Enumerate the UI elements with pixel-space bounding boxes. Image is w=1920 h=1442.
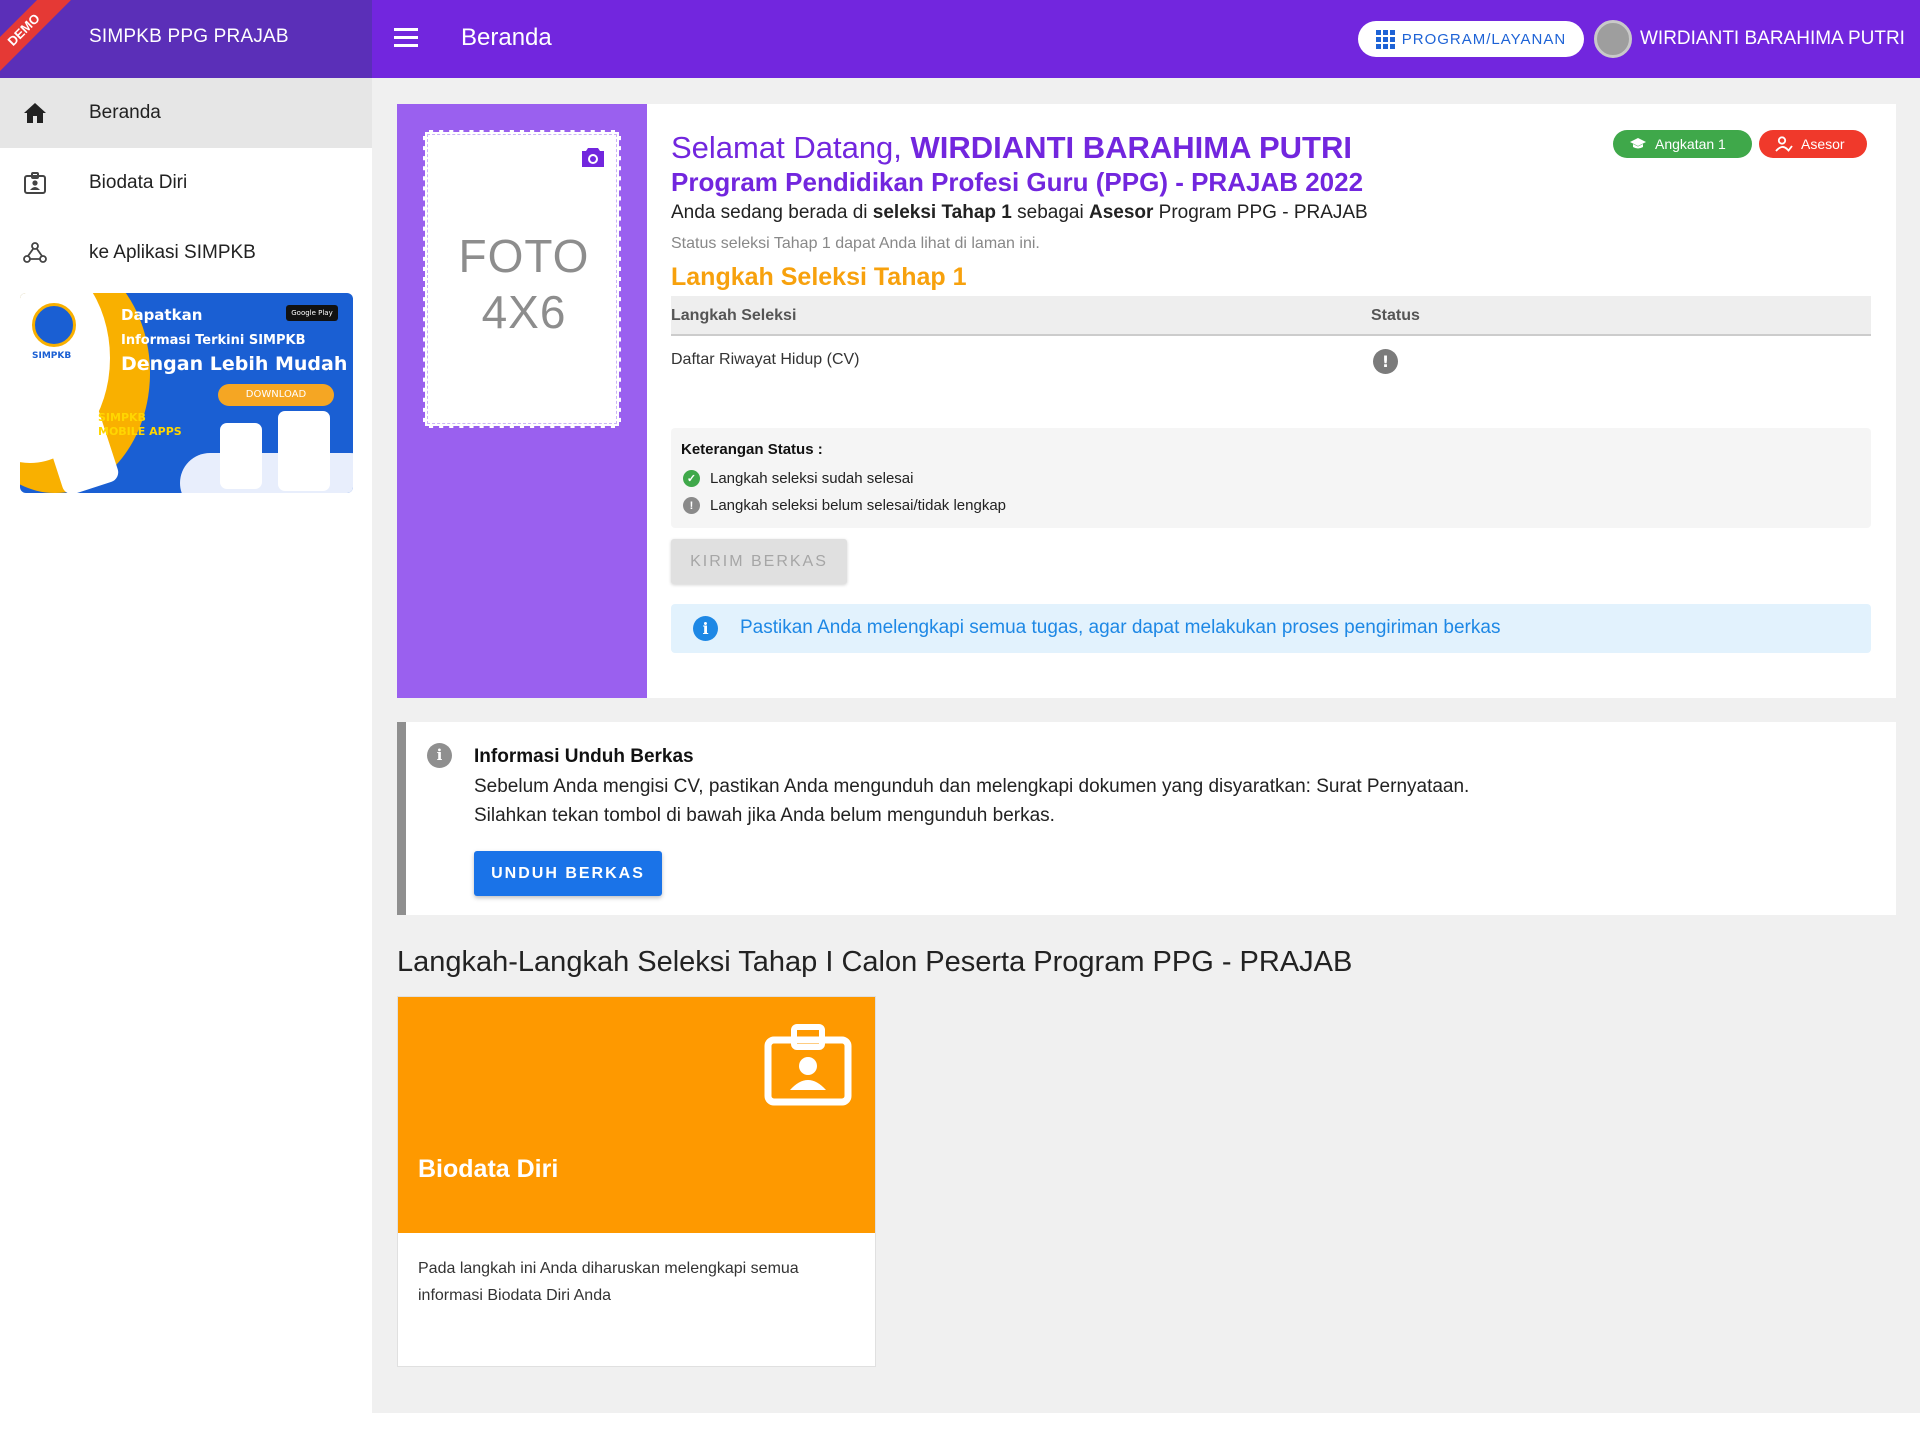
table-header: Langkah Seleksi Status — [671, 296, 1871, 336]
seleksi-text: Program PPG - PRAJAB — [1153, 202, 1368, 223]
check-circle-icon: ✓ — [683, 470, 700, 487]
brand-title: SIMPKB PPG PRAJAB — [89, 26, 289, 47]
simpkb-logo-icon — [32, 303, 76, 347]
asesor-badge: Asesor — [1759, 130, 1867, 158]
webhook-icon — [22, 240, 48, 266]
step-cell: Daftar Riwayat Hidup (CV) — [671, 351, 860, 368]
greeting-prefix: Selamat Datang, — [671, 130, 911, 165]
sidebar-item-simpkb[interactable]: ke Aplikasi SIMPKB — [0, 218, 372, 288]
legend-pending: ! Langkah seleksi belum selesai/tidak le… — [683, 497, 1006, 514]
user-name: WIRDIANTI BARAHIMA PUTRI — [1640, 28, 1905, 49]
unduh-line2: Silahkan tekan tombol di bawah jika Anda… — [474, 805, 1055, 826]
kirim-berkas-button[interactable]: KIRIM BERKAS — [671, 539, 847, 584]
graduation-cap-icon — [1630, 138, 1646, 149]
info-icon: i — [693, 616, 718, 641]
id-badge-icon — [764, 1024, 852, 1106]
program-layanan-label: PROGRAM/LAYANAN — [1401, 30, 1567, 48]
photo-placeholder-line2: 4X6 — [481, 286, 567, 338]
legend-title: Keterangan Status : — [681, 441, 823, 458]
sidebar-item-beranda[interactable]: Beranda — [0, 78, 372, 148]
top-bar: DEMO SIMPKB PPG PRAJAB Beranda PROGRAM/L… — [0, 0, 1920, 78]
user-menu[interactable]: WIRDIANTI BARAHIMA PUTRI — [1594, 20, 1905, 58]
sidebar: Beranda Biodata Diri ke Aplikasi SIMPKB … — [0, 78, 372, 894]
legend-pending-label: Langkah seleksi belum selesai/tidak leng… — [710, 497, 1007, 514]
column-header: Status — [1371, 307, 1420, 324]
banner-line3: Dengan Lebih Mudah — [121, 353, 348, 375]
greeting-name: WIRDIANTI BARAHIMA PUTRI — [910, 130, 1352, 165]
brand-area[interactable]: DEMO SIMPKB PPG PRAJAB — [0, 0, 372, 78]
seleksi-text: sebagai — [1011, 202, 1089, 223]
status-legend: Keterangan Status : ✓ Langkah seleksi su… — [671, 428, 1871, 528]
sidebar-item-label: Biodata Diri — [89, 172, 188, 193]
user-check-icon — [1775, 136, 1793, 152]
angkatan-badge: Angkatan 1 — [1613, 130, 1752, 158]
seleksi-text: Anda sedang berada di — [671, 202, 873, 223]
banner-apps-label: SIMPKB MOBILE APPS — [98, 411, 182, 438]
photo-upload-box[interactable]: FOTO 4X6 — [423, 130, 621, 428]
legend-done: ✓ Langkah seleksi sudah selesai — [683, 470, 913, 487]
phone-illustration-icon — [278, 411, 330, 491]
home-icon — [22, 100, 48, 126]
avatar — [1594, 20, 1632, 58]
unduh-line1: Sebelum Anda mengisi CV, pastikan Anda m… — [474, 776, 1470, 797]
unduh-berkas-button[interactable]: UNDUH BERKAS — [474, 851, 662, 896]
asesor-label: Asesor — [1801, 136, 1845, 152]
info-alert: i Pastikan Anda melengkapi semua tugas, … — [671, 604, 1871, 653]
banner-download-button[interactable]: DOWNLOAD — [218, 384, 334, 406]
id-badge-icon — [22, 170, 48, 196]
mobile-app-banner[interactable]: SIMPKB Dapatkan Google Play Informasi Te… — [20, 293, 353, 493]
apps-grid-icon — [1375, 29, 1395, 49]
seleksi-info: Anda sedang berada di seleksi Tahap 1 se… — [671, 202, 1368, 224]
unduh-title: Informasi Unduh Berkas — [474, 746, 694, 767]
google-play-badge: Google Play — [286, 305, 338, 321]
app-root: DEMO SIMPKB PPG PRAJAB Beranda PROGRAM/L… — [0, 0, 1920, 1442]
program-title: Program Pendidikan Profesi Guru (PPG) - … — [671, 167, 1364, 197]
seleksi-role: Asesor — [1088, 202, 1154, 223]
banner-line2: Informasi Terkini SIMPKB — [121, 333, 306, 348]
step-card-title: Biodata Diri — [418, 1155, 559, 1183]
photo-placeholder: FOTO 4X6 — [425, 228, 623, 340]
phone-illustration-icon — [220, 423, 262, 489]
banner-line1: Dapatkan — [121, 306, 203, 324]
angkatan-label: Angkatan 1 — [1655, 136, 1726, 152]
banner-logo-text: SIMPKB — [32, 351, 72, 361]
status-note: Status seleksi Tahap 1 dapat Anda lihat … — [671, 235, 1040, 252]
unduh-info-card: i Informasi Unduh Berkas Sebelum Anda me… — [397, 722, 1896, 915]
column-header: Langkah Seleksi — [671, 307, 797, 324]
step-card-biodata[interactable]: Biodata Diri Pada langkah ini Anda dihar… — [397, 996, 876, 1367]
photo-placeholder-line1: FOTO — [458, 230, 590, 282]
sidebar-item-biodata[interactable]: Biodata Diri — [0, 148, 372, 218]
menu-icon[interactable] — [394, 28, 418, 48]
program-layanan-button[interactable]: PROGRAM/LAYANAN — [1358, 21, 1584, 57]
step-card-header: Biodata Diri — [398, 997, 875, 1233]
table-row: Daftar Riwayat Hidup (CV) ! — [671, 336, 1871, 386]
sidebar-item-label: ke Aplikasi SIMPKB — [89, 242, 256, 263]
step-card-description: Pada langkah ini Anda diharuskan melengk… — [418, 1260, 799, 1304]
info-icon: i — [427, 743, 452, 768]
legend-done-label: Langkah seleksi sudah selesai — [710, 470, 914, 487]
page-title: Beranda — [461, 24, 552, 51]
exclamation-circle-icon: ! — [683, 497, 700, 514]
pending-status-icon: ! — [1373, 349, 1398, 374]
demo-ribbon: DEMO — [0, 0, 75, 78]
langkah-title: Langkah Seleksi Tahap 1 — [671, 263, 967, 291]
seleksi-stage: seleksi Tahap 1 — [872, 202, 1012, 223]
sidebar-item-label: Beranda — [89, 102, 161, 123]
steps-section-title: Langkah-Langkah Seleksi Tahap I Calon Pe… — [397, 946, 1353, 978]
camera-icon[interactable] — [580, 146, 606, 168]
welcome-greeting: Selamat Datang, WIRDIANTI BARAHIMA PUTRI — [671, 130, 1352, 166]
info-alert-text: Pastikan Anda melengkapi semua tugas, ag… — [740, 617, 1501, 638]
